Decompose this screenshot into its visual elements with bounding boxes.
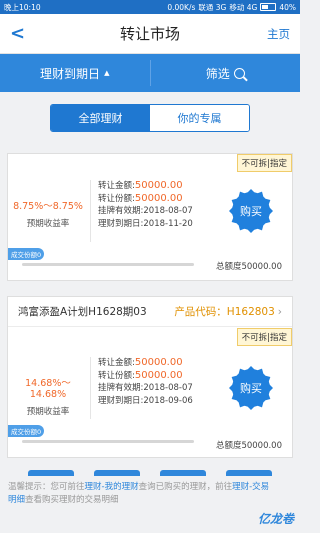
buy-button[interactable]: 购买	[232, 369, 270, 407]
maturity-date: 2018-11-20	[143, 218, 193, 229]
sort-maturity-button[interactable]: 理财到期日 ▲	[0, 65, 150, 82]
product-card[interactable]: 鸿富添盈A计划H1628期03 产品代码：H162803 › 不可拆|指定 14.…	[7, 296, 293, 458]
chevron-right-icon: ›	[277, 306, 282, 318]
filter-bar: 理财到期日 ▲ 筛选	[0, 54, 300, 92]
transfer-amount: 50000.00	[134, 357, 183, 368]
segment-control: 全部理财 你的专属	[50, 104, 250, 132]
card-divider	[90, 357, 91, 419]
tips-text: 温馨提示：您可前往理财-我的理财查询已购买的理财，前往理财-交易明细查看购买理财…	[8, 482, 270, 505]
transfer-amount-row: 转让金额:50000.00	[98, 180, 183, 191]
total-quota: 总额度50000.00	[215, 441, 282, 451]
listing-date: 2018-08-07	[143, 383, 193, 393]
carrier-2: 移动 4G	[229, 2, 258, 12]
transfer-amount-row: 转让金额:50000.00	[98, 357, 183, 368]
product-tag: 不可拆|指定	[236, 328, 292, 346]
product-header: 鸿富添盈A计划H1628期03 产品代码：H162803 ›	[8, 297, 292, 327]
tab-all-products[interactable]: 全部理财	[51, 105, 150, 131]
product-details: 转让金额:50000.00 转让份额:50000.00 挂牌有效期:2018-0…	[98, 357, 193, 407]
transfer-share: 50000.00	[134, 369, 183, 381]
home-button[interactable]: 主页	[260, 26, 290, 42]
listing-date: 2018-08-07	[143, 206, 193, 216]
product-name: 鸿富添盈A计划H1628期03	[18, 306, 147, 318]
expected-rate: 14.68%～14.68%	[25, 378, 71, 400]
expected-rate-label: 预期收益率	[26, 407, 70, 417]
progress-track	[22, 440, 194, 443]
transfer-share: 50000.00	[134, 192, 183, 204]
bottom-button-strip	[0, 470, 300, 476]
product-code: 产品代码：H162803	[174, 306, 275, 318]
transfer-share-row: 转让份额:50000.00	[98, 369, 183, 381]
filter-button[interactable]: 筛选	[151, 65, 301, 82]
status-bar: 晚上10:10 0.00K/s 联通 3G 移动 4G 40%	[0, 0, 300, 14]
maturity-row: 理财到期日:2018-11-20	[98, 218, 193, 229]
card-divider	[90, 180, 91, 242]
battery-icon	[260, 3, 277, 11]
rate-block: 14.68%～14.68% 预期收益率	[8, 375, 88, 417]
product-tag: 不可拆|指定	[236, 154, 292, 172]
status-indicators: 0.00K/s 联通 3G 移动 4G 40%	[167, 2, 296, 13]
search-icon	[233, 67, 245, 79]
progress-label: 成交份额0	[8, 425, 45, 437]
chevron-left-icon[interactable]: <	[10, 23, 40, 44]
expected-rate: 8.75%～8.75%	[13, 201, 83, 212]
sort-caret-icon: ▲	[104, 69, 110, 77]
expected-rate-label: 预期收益率	[26, 219, 70, 229]
transfer-amount: 50000.00	[134, 180, 183, 191]
filter-label: 筛选	[205, 66, 230, 81]
maturity-date: 2018-09-06	[143, 395, 193, 406]
network-speed: 0.00K/s	[167, 2, 196, 12]
bottom-button[interactable]	[226, 470, 272, 476]
page-title: 转让市场	[119, 25, 180, 43]
buy-button[interactable]: 购买	[232, 192, 270, 230]
nav-bar: < 转让市场 主页	[0, 14, 300, 54]
status-time: 晚上10:10	[4, 2, 41, 12]
carrier-1: 联通 3G	[198, 2, 227, 12]
bottom-button[interactable]	[160, 470, 206, 476]
brand-logo: 亿龙卷	[257, 512, 294, 526]
battery-level: 40%	[279, 2, 296, 12]
maturity-row: 理财到期日:2018-09-06	[98, 395, 193, 406]
progress-track	[22, 263, 194, 266]
listing-row: 挂牌有效期:2018-08-07	[98, 206, 193, 216]
product-card[interactable]: 不可拆|指定 8.75%～8.75% 预期收益率 转让金额:50000.00 转…	[7, 153, 293, 281]
tab-exclusive[interactable]: 你的专属	[150, 105, 249, 131]
sort-label: 理财到期日	[40, 66, 101, 81]
transfer-share-row: 转让份额:50000.00	[98, 192, 183, 204]
rate-block: 8.75%～8.75% 预期收益率	[8, 198, 88, 229]
product-details: 转让金额:50000.00 转让份额:50000.00 挂牌有效期:2018-0…	[98, 180, 193, 230]
progress-label: 成交份额0	[8, 248, 45, 260]
listing-row: 挂牌有效期:2018-08-07	[98, 383, 193, 393]
total-quota: 总额度50000.00	[215, 262, 282, 272]
my-products-link[interactable]: 理财-我的理财	[85, 482, 139, 492]
bottom-button[interactable]	[28, 470, 74, 476]
bottom-button[interactable]	[94, 470, 140, 476]
